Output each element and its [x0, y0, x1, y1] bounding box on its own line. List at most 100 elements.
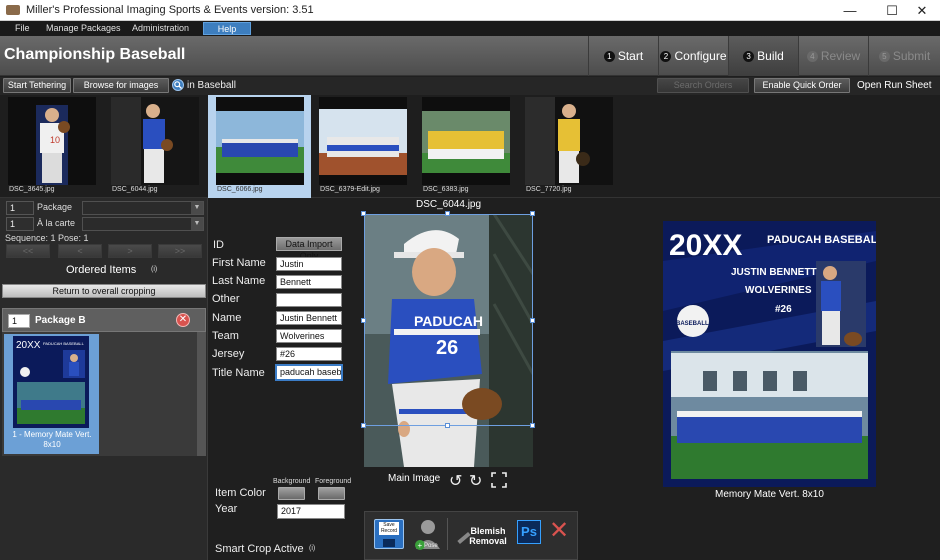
package-dropdown[interactable]: ▼ — [82, 201, 204, 215]
package-label: Package — [37, 202, 73, 212]
foreground-color-button[interactable] — [318, 487, 345, 500]
photo-thumbnail — [319, 97, 407, 185]
crop-handle[interactable] — [445, 423, 450, 428]
menu-manage-packages[interactable]: Manage Packages — [42, 22, 125, 35]
start-tethering-button[interactable]: Start Tethering — [3, 78, 71, 93]
rotate-left-icon[interactable]: ↺ — [449, 471, 462, 491]
step-label: Submit — [892, 49, 931, 63]
title-name-input[interactable]: paducah baseba — [275, 364, 343, 381]
step-review[interactable]: 4 Review — [798, 36, 868, 76]
close-window-button[interactable]: ✕ — [904, 0, 940, 21]
photoshop-button[interactable]: Ps — [517, 520, 541, 544]
filmstrip-item[interactable]: DSC_6044.jpg — [103, 95, 203, 198]
ordered-items-heading: Ordered Items — [66, 264, 137, 276]
nav-last-button[interactable]: >> — [158, 244, 202, 258]
step-number: 5 — [878, 50, 890, 62]
alacarte-quantity-input[interactable]: 1 — [6, 217, 34, 231]
step-label: Build — [757, 49, 784, 63]
step-build[interactable]: 3 Build — [728, 36, 798, 76]
filmstrip-item[interactable]: DSC_6383.jpg — [414, 95, 514, 198]
photo-thumbnail — [216, 97, 304, 185]
crop-handle[interactable] — [361, 211, 366, 216]
crop-handle[interactable] — [361, 423, 366, 428]
last-name-input[interactable]: Bennett — [276, 275, 342, 289]
filmstrip-item[interactable]: DSC_6379-Edit.jpg — [311, 95, 411, 198]
search-scope-label: in Baseball — [187, 80, 236, 91]
return-cropping-button[interactable]: Return to overall cropping — [2, 284, 206, 298]
step-configure[interactable]: 2 Configure — [658, 36, 728, 76]
menu-administration[interactable]: Administration — [128, 22, 193, 35]
main-image-crop[interactable]: PADUCAH 26 — [361, 211, 535, 467]
step-label: Configure — [674, 49, 727, 63]
name-label: Name — [212, 312, 242, 324]
filmstrip: 10 DSC_3645.jpg DSC_6044.jpg DSC_6066.jp… — [0, 95, 940, 198]
thumbnail-team-title: PADUCAH BASEBALL — [43, 341, 85, 346]
fullscreen-icon[interactable] — [491, 472, 507, 488]
open-run-sheet-link[interactable]: Open Run Sheet — [857, 80, 932, 91]
svg-text:+: + — [418, 541, 423, 550]
remove-package-icon[interactable]: ✕ — [176, 313, 190, 327]
year-input[interactable]: 2017 — [277, 504, 345, 519]
filmstrip-item[interactable]: DSC_7720.jpg — [517, 95, 617, 198]
data-import-only-button[interactable]: Data Import Only — [276, 237, 342, 261]
minimize-button[interactable]: — — [832, 0, 868, 21]
package-b-quantity-input[interactable]: 1 — [8, 314, 30, 328]
preview-team-name: WOLVERINES — [745, 285, 812, 296]
team-input[interactable]: Wolverines — [276, 329, 342, 343]
main-image-label: Main Image — [388, 473, 441, 484]
other-input[interactable] — [276, 293, 342, 307]
pose-button[interactable]: + Pose — [413, 517, 443, 551]
window-title: Miller's Professional Imaging Sports & E… — [26, 4, 314, 16]
header: Championship Baseball 1 Start 2 Configur… — [0, 36, 940, 76]
team-label: Team — [212, 330, 239, 342]
menu-file[interactable]: File — [11, 22, 34, 35]
crop-handle[interactable] — [361, 318, 366, 323]
step-start[interactable]: 1 Start — [588, 36, 658, 76]
app-icon — [6, 5, 20, 15]
memory-mate-preview: 20XX PADUCAH BASEBALL JUSTIN BENNETT WOL… — [663, 221, 876, 487]
jersey-input[interactable]: #26 — [276, 347, 342, 361]
crop-handle[interactable] — [530, 211, 535, 216]
step-label: Start — [617, 49, 644, 63]
thumbnail-filename: DSC_6044.jpg — [112, 186, 158, 193]
name-input[interactable]: Justin Bennett — [276, 311, 342, 325]
info-icon[interactable]: (i) — [151, 266, 157, 273]
menu-help[interactable]: Help — [203, 22, 251, 35]
save-record-button[interactable]: Save Record — [374, 519, 404, 549]
order-panel: 1 Package ▼ 1 À la carte ▼ Sequence: 1 P… — [0, 198, 208, 560]
step-submit[interactable]: 5 Submit — [868, 36, 940, 76]
search-orders-button[interactable]: Search Orders — [657, 78, 749, 93]
preview-player-name: JUSTIN BENNETT — [731, 267, 817, 278]
title-name-label: Title Name — [212, 367, 265, 379]
crop-handle[interactable] — [445, 211, 450, 216]
filmstrip-item[interactable]: 10 DSC_3645.jpg — [0, 95, 100, 198]
ordered-item-card[interactable]: 20XX PADUCAH BASEBALL 1 - Memory Mate Ve… — [4, 334, 99, 454]
search-icon[interactable] — [172, 79, 184, 91]
background-color-button[interactable] — [278, 487, 305, 500]
nav-next-button[interactable]: > — [108, 244, 152, 258]
crop-handle[interactable] — [530, 318, 535, 323]
discard-icon[interactable]: ✕ — [549, 517, 569, 545]
first-name-input[interactable]: Justin — [276, 257, 342, 271]
product-preview: 20XX PADUCAH BASEBALL JUSTIN BENNETT WOL… — [663, 221, 876, 487]
browse-images-button[interactable]: Browse for images — [73, 78, 169, 93]
jersey-label: Jersey — [212, 348, 245, 360]
sequence-pose-label: Sequence: 1 Pose: 1 — [5, 233, 89, 243]
preview-year: 20XX — [669, 229, 742, 262]
blemish-removal-button[interactable]: Blemish Removal — [467, 526, 509, 546]
alacarte-label: À la carte — [37, 218, 76, 228]
nav-prev-button[interactable]: < — [58, 244, 102, 258]
smart-crop-info-icon[interactable]: (i) — [309, 545, 315, 552]
smart-crop-label: Smart Crop Active — [215, 543, 304, 555]
crop-frame[interactable] — [364, 214, 533, 426]
rotate-right-icon[interactable]: ↻ — [469, 471, 482, 491]
crop-handle[interactable] — [530, 423, 535, 428]
package-quantity-input[interactable]: 1 — [6, 201, 34, 215]
package-scrollbar[interactable] — [197, 332, 206, 456]
filmstrip-item-selected[interactable]: DSC_6066.jpg — [208, 95, 311, 198]
nav-first-button[interactable]: << — [6, 244, 50, 258]
step-label: Review — [820, 49, 861, 63]
enable-quick-order-button[interactable]: Enable Quick Order — [754, 78, 850, 93]
toolbar-divider — [447, 518, 448, 550]
alacarte-dropdown[interactable]: ▼ — [82, 217, 204, 231]
